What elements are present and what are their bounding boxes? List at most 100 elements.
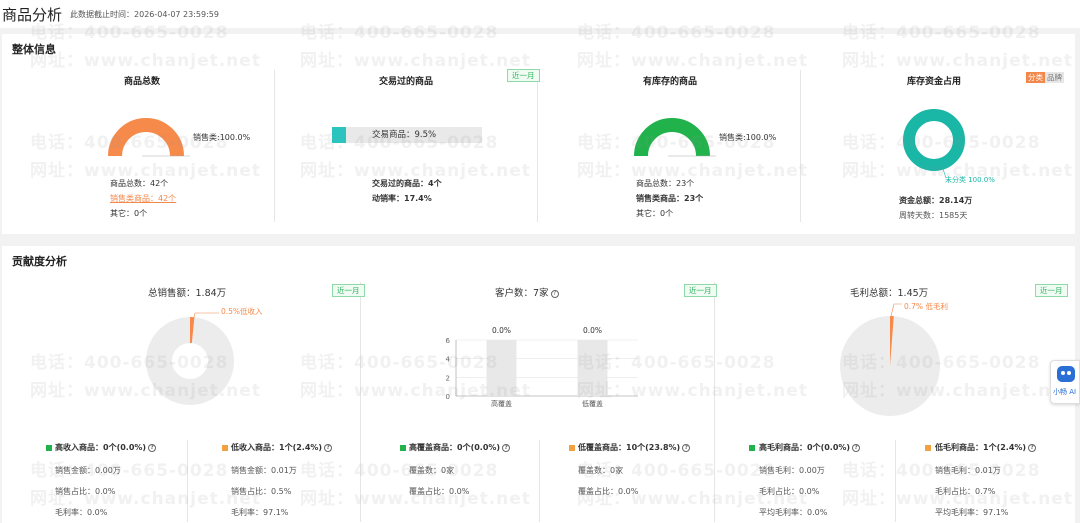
traded-goods-title: 交易过的商品 (378, 77, 433, 87)
help-icon[interactable]: ? (502, 443, 511, 452)
toggle-category[interactable]: 分类 (1026, 72, 1045, 83)
page-title: 商品分析 (2, 5, 63, 24)
total-sales: 总销售额：1.84万 (148, 288, 227, 299)
divider (537, 70, 538, 222)
gross-profit-slice-label: 0.7% 低毛利 (904, 302, 948, 311)
stat-line: 销售金额：0.01万 (231, 466, 297, 475)
stat-line: 销售毛利：0.00万 (759, 466, 825, 475)
bar-data-label: 0.0% (492, 326, 511, 335)
legend-dot (222, 445, 228, 451)
stat-line: 平均毛利率：97.1% (935, 508, 1009, 517)
stat-line: 毛利率：97.1% (231, 508, 289, 517)
stocked-sales-count: 销售类商品：23个 (636, 194, 704, 203)
data-cutoff-time: 此数据截止时间：2026-04-07 23:59:59 (70, 9, 219, 19)
help-icon[interactable]: ? (148, 443, 157, 452)
toggle-brand[interactable]: 品牌 (1045, 72, 1064, 83)
y-tick-label: 2 (446, 374, 450, 382)
stat-line: 毛利率：0.0% (55, 508, 108, 517)
customers-recent-month-badge[interactable]: 近一月 (684, 284, 717, 297)
customer-count: 客户数：7家? (495, 285, 559, 299)
stat-line: 销售占比：0.0% (55, 487, 116, 496)
help-icon[interactable]: ? (682, 443, 691, 452)
divider (800, 70, 801, 222)
divider (714, 282, 715, 522)
customer-coverage-chart: 0 2 4 6 0.0% 高覆盖 0.0% 低覆盖 (446, 326, 638, 408)
legend-dot (925, 445, 931, 451)
help-icon[interactable]: ? (324, 443, 333, 452)
divider (539, 440, 540, 522)
high-margin-goods: 高毛利商品：0个(0.0%)? (759, 442, 861, 453)
stat-line: 覆盖数：0家 (409, 466, 455, 475)
stat-line: 平均毛利率：0.0% (759, 508, 828, 517)
robot-icon (1057, 366, 1075, 382)
other-goods-count: 其它：0个 (110, 209, 148, 218)
help-icon[interactable]: ? (550, 289, 559, 298)
divider (187, 440, 188, 522)
y-tick-label: 0 (446, 393, 450, 401)
inventory-funds-ring (903, 109, 965, 179)
bar-2 (577, 340, 608, 396)
traded-goods-bar-label: 交易商品：9.5% (372, 130, 437, 140)
sales-recent-month-badge[interactable]: 近一月 (332, 284, 365, 297)
traded-goods-bar-fill (332, 127, 347, 143)
divider (895, 440, 896, 522)
y-tick-label: 6 (446, 337, 451, 345)
legend-dot (46, 445, 52, 451)
total-goods-donut-arc (108, 118, 184, 157)
legend-dot (400, 445, 406, 451)
total-funds: 资金总额：28.14万 (899, 196, 973, 205)
inventory-funds-title: 库存资金占用 (906, 77, 961, 87)
stat-line: 销售金额：0.00万 (55, 466, 121, 475)
x-tick-label: 低覆盖 (582, 399, 603, 408)
ai-assistant-label: 小畅 AI (1053, 388, 1077, 396)
divider (360, 282, 361, 522)
page-header: 商品分析 此数据截止时间：2026-04-07 23:59:59 (0, 0, 1080, 28)
overview-title: 整体信息 (12, 43, 56, 56)
legend-dot (749, 445, 755, 451)
stocked-total-count: 商品总数：23个 (636, 179, 695, 188)
help-icon[interactable]: ? (852, 443, 861, 452)
divider (274, 70, 275, 222)
inventory-ring-label: 未分类 100.0% (945, 176, 995, 184)
sales-slice-label: 0.5%低收入 (221, 307, 263, 316)
profit-recent-month-badge[interactable]: 近一月 (1035, 284, 1068, 297)
total-goods-count: 商品总数：42个 (110, 179, 169, 188)
recent-month-badge[interactable]: 近一月 (507, 69, 540, 82)
high-revenue-goods: 高收入商品：0个(0.0%)? (55, 442, 157, 453)
inventory-funds-ring-arc (903, 109, 965, 171)
turnover-days: 周转天数：1585天 (899, 211, 968, 220)
contribution-panel: 贡献度分析 总销售额：1.84万 近一月 0.5%低收入 高收入商品：0个(0.… (2, 246, 1075, 523)
y-tick-label: 4 (446, 356, 451, 364)
low-revenue-goods: 低收入商品：1个(2.4%)? (231, 442, 333, 453)
bar-1 (486, 340, 517, 396)
stocked-other-count: 其它：0个 (636, 209, 674, 218)
turnover-rate: 动销率：17.4% (372, 194, 432, 203)
low-coverage-goods: 低覆盖商品：10个(23.8%)? (578, 442, 691, 453)
traded-goods-bar: 交易商品：9.5% (332, 127, 482, 143)
stat-line: 覆盖占比：0.0% (409, 487, 470, 496)
help-icon[interactable]: ? (1028, 443, 1037, 452)
total-goods-title: 商品总数 (123, 77, 160, 87)
bar-data-label: 0.0% (583, 326, 602, 335)
high-coverage-goods: 高覆盖商品：0个(0.0%)? (409, 442, 511, 453)
stat-line: 毛利占比：0.0% (759, 487, 820, 496)
stat-line: 销售毛利：0.01万 (935, 466, 1001, 475)
stat-line: 覆盖数：0家 (578, 466, 624, 475)
total-goods-donut (108, 118, 190, 157)
stat-line: 毛利占比：0.7% (935, 487, 996, 496)
ai-assistant-button[interactable]: 小畅 AI (1050, 360, 1080, 404)
sales-pie (146, 312, 234, 405)
x-tick-label: 高覆盖 (491, 399, 512, 408)
total-gross-profit: 毛利总额：1.45万 (850, 288, 929, 299)
stocked-goods-donut (634, 118, 716, 157)
stat-line: 覆盖占比：0.0% (578, 487, 639, 496)
contribution-title: 贡献度分析 (12, 255, 67, 268)
low-margin-goods: 低毛利商品：1个(2.4%)? (935, 442, 1037, 453)
sales-goods-count-link[interactable]: 销售类商品：42个 (110, 193, 176, 204)
stocked-goods-title: 有库存的商品 (642, 77, 697, 87)
stat-line: 销售占比：0.5% (231, 487, 292, 496)
total-goods-donut-label: 销售类:100.0% (193, 133, 251, 142)
stocked-goods-donut-label: 销售类:100.0% (719, 133, 777, 142)
gross-profit-pie (840, 303, 940, 416)
traded-goods-count: 交易过的商品：4个 (372, 179, 442, 188)
